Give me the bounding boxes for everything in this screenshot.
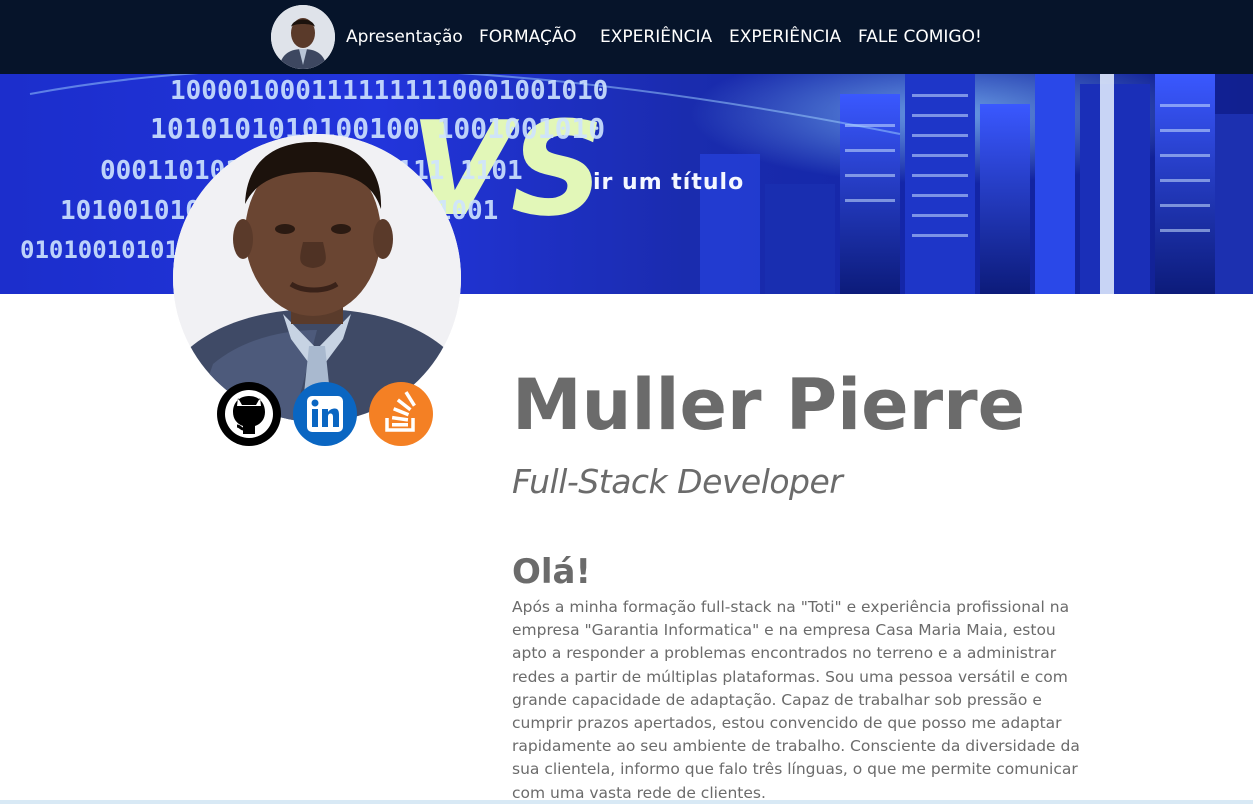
nav-link-apresentacao[interactable]: Apresentação [346,27,463,47]
github-icon [217,382,281,446]
top-navbar: Apresentação FORMAÇÃO EXPERIÊNCIA EXPERI… [0,0,1253,74]
nav-link-experiencia[interactable]: EXPERIÊNCIA [600,27,712,47]
profile-role: Full-Stack Developer [512,462,843,501]
profile-name: Muller Pierre [512,364,1026,446]
profile-portrait-icon [173,134,461,422]
nav-avatar[interactable] [271,5,335,69]
greeting-heading: Olá! [512,552,592,592]
profile-photo [173,134,461,422]
avatar-portrait-icon [271,5,335,69]
banner-subtitle: ir um título [593,170,745,195]
binary-row: 1000010001111111110001001010 [170,76,609,106]
nav-link-experiencia-2[interactable]: EXPERIÊNCIA [729,27,841,47]
nav-link-fale-comigo[interactable]: FALE COMIGO! [858,27,982,47]
about-paragraph: Após a minha formação full-stack na "Tot… [512,598,1080,802]
github-link[interactable] [217,382,281,446]
stackoverflow-link[interactable] [369,382,433,446]
linkedin-icon [293,382,357,446]
binary-row: 0101001010111010101001010101 [20,236,920,264]
stackoverflow-icon [369,382,433,446]
linkedin-link[interactable] [293,382,357,446]
nav-link-formacao[interactable]: FORMAÇÃO [479,27,577,47]
page-bottom-divider [0,800,1253,804]
